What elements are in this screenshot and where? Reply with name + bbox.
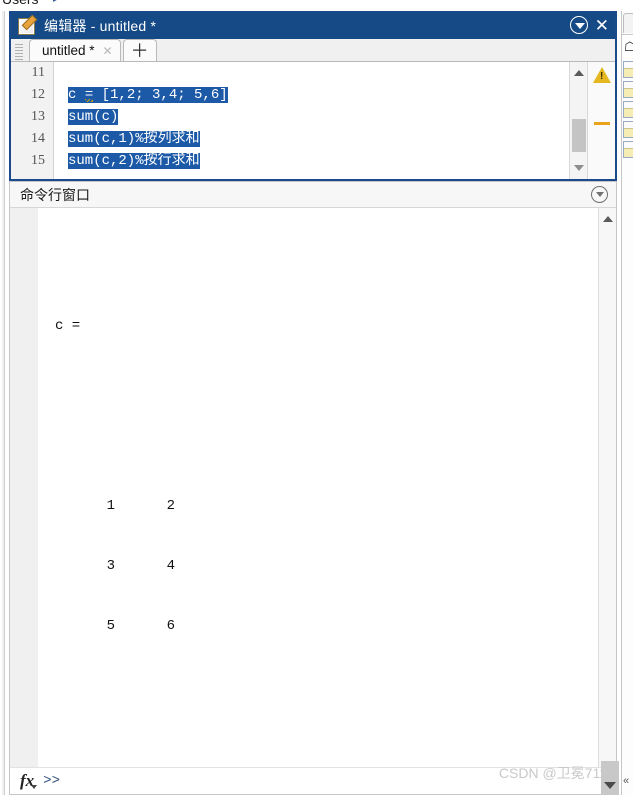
command-window-output[interactable]: c = 12 34 56 ans = 912 — [38, 208, 616, 768]
output-value: 3 — [106, 558, 115, 574]
code-selection-14: sum(c,1)%按列求和 — [68, 131, 200, 147]
matlab-app-window: Users ▸ 编辑器 - untitled * ✕ untitled * ✕ … — [0, 0, 633, 795]
list-item[interactable] — [623, 81, 633, 98]
list-item[interactable] — [623, 101, 633, 118]
command-prompt-caret: >> — [43, 773, 60, 789]
list-item[interactable] — [623, 61, 633, 78]
editor-titlebar-controls: ✕ — [569, 16, 609, 34]
command-window-body[interactable]: c = 12 34 56 ans = 912 — [10, 208, 616, 768]
code-issue-marker[interactable] — [594, 122, 610, 125]
code-selection-12: c = [1,2; 3,4; 5,6] — [68, 87, 228, 103]
output-value: 2 — [166, 498, 175, 514]
list-item[interactable] — [623, 121, 633, 138]
scroll-up-arrow-icon[interactable] — [574, 70, 584, 76]
command-window-title-bar: 命令行窗口 — [10, 182, 616, 208]
editor-line-number-gutter: 11 12 13 14 15 — [11, 62, 54, 179]
editor-marker-rail[interactable] — [587, 62, 615, 179]
editor-window: 编辑器 - untitled * ✕ untitled * ✕ ＋ 11 12 … — [9, 11, 617, 181]
output-value: 6 — [166, 618, 175, 634]
fx-function-browser-icon[interactable]: fx — [20, 771, 38, 791]
scrollbar-thumb[interactable] — [572, 119, 586, 152]
chevron-down-circle-icon[interactable] — [591, 186, 608, 203]
editor-tab-strip: untitled * ✕ ＋ — [11, 39, 615, 62]
line-number: 14 — [31, 131, 45, 146]
code-line-12[interactable]: c = [1,2; 3,4; 5,6] — [54, 84, 615, 106]
output-value: 4 — [166, 558, 175, 574]
scroll-down-arrow-icon[interactable] — [574, 165, 584, 171]
output-spacer — [55, 436, 616, 456]
output-value: 1 — [106, 498, 115, 514]
tab-drag-grip[interactable] — [15, 44, 23, 60]
clipped-comment-line: % sum(x) — [68, 62, 135, 64]
code-selection-15: sum(c,2)%按行求和 — [68, 153, 200, 169]
code-text-before-eq: c — [68, 87, 85, 103]
line-number: 12 — [31, 87, 45, 102]
command-window-title-text: 命令行窗口 — [20, 186, 90, 203]
code-line-14[interactable]: sum(c,1)%按列求和 — [54, 128, 615, 150]
tab-label: untitled * — [42, 43, 95, 58]
collapse-panel-icon[interactable]: « — [623, 775, 629, 787]
output-row: 12 — [55, 496, 616, 516]
assignment-operator: = — [84, 87, 94, 103]
line-number: 11 — [31, 65, 45, 80]
right-side-panel: ☖ « — [621, 11, 633, 795]
command-prompt-bar[interactable]: fx >> — [10, 767, 616, 794]
output-row: 34 — [55, 556, 616, 576]
editor-title-text: 编辑器 - untitled * — [44, 18, 157, 34]
editor-pencil-icon — [18, 17, 35, 35]
code-line-11[interactable] — [54, 62, 615, 84]
code-selection-13: sum(c) — [68, 109, 119, 125]
output-spacer — [55, 376, 616, 396]
code-line-15[interactable]: sum(c,2)%按行求和 — [54, 150, 615, 172]
right-panel-tab[interactable] — [623, 13, 633, 33]
scrollbar-thumb[interactable] — [601, 761, 619, 795]
output-block-c: c = 12 34 56 — [55, 276, 616, 676]
warning-triangle-icon[interactable] — [593, 67, 611, 83]
scroll-up-arrow-icon[interactable] — [603, 216, 613, 222]
line-number: 13 — [31, 109, 45, 124]
folder-tree-icon: ☖ — [624, 39, 633, 55]
list-item[interactable] — [623, 141, 633, 158]
left-frame-edge — [0, 11, 2, 795]
scroll-down-arrow-icon[interactable] — [604, 782, 616, 789]
code-text-after-eq: [1,2; 3,4; 5,6] — [93, 87, 228, 103]
line-number: 15 — [31, 153, 45, 168]
close-icon[interactable]: ✕ — [103, 44, 113, 58]
chevron-down-circle-icon[interactable] — [569, 16, 588, 34]
editor-vertical-scrollbar[interactable] — [569, 62, 587, 179]
code-line-13[interactable]: sum(c) — [54, 106, 615, 128]
breadcrumb-arrow-icon: ▸ — [53, 0, 59, 5]
output-label: c = — [55, 318, 81, 334]
output-row: 56 — [55, 616, 616, 636]
close-icon[interactable]: ✕ — [595, 17, 609, 34]
tab-untitled[interactable]: untitled * ✕ — [29, 39, 121, 61]
editor-code-area[interactable]: 11 12 13 14 15 % sum(x) c = [1,2; 3,4; 5… — [11, 62, 615, 179]
new-tab-button[interactable]: ＋ — [122, 39, 157, 61]
output-value: 5 — [106, 618, 115, 634]
editor-code-lines[interactable]: % sum(x) c = [1,2; 3,4; 5,6] sum(c) sum(… — [54, 62, 615, 179]
output-spacer — [55, 736, 616, 756]
command-window: 命令行窗口 c = 12 34 56 ans = — [9, 181, 617, 795]
command-window-gutter — [10, 208, 38, 768]
command-window-scrollbar[interactable] — [598, 208, 616, 768]
breadcrumb: Users ▸ — [0, 0, 633, 11]
right-panel-header: ☖ — [622, 34, 633, 58]
breadcrumb-path-text: Users — [2, 0, 39, 7]
editor-title-bar: 编辑器 - untitled * ✕ — [11, 13, 615, 39]
